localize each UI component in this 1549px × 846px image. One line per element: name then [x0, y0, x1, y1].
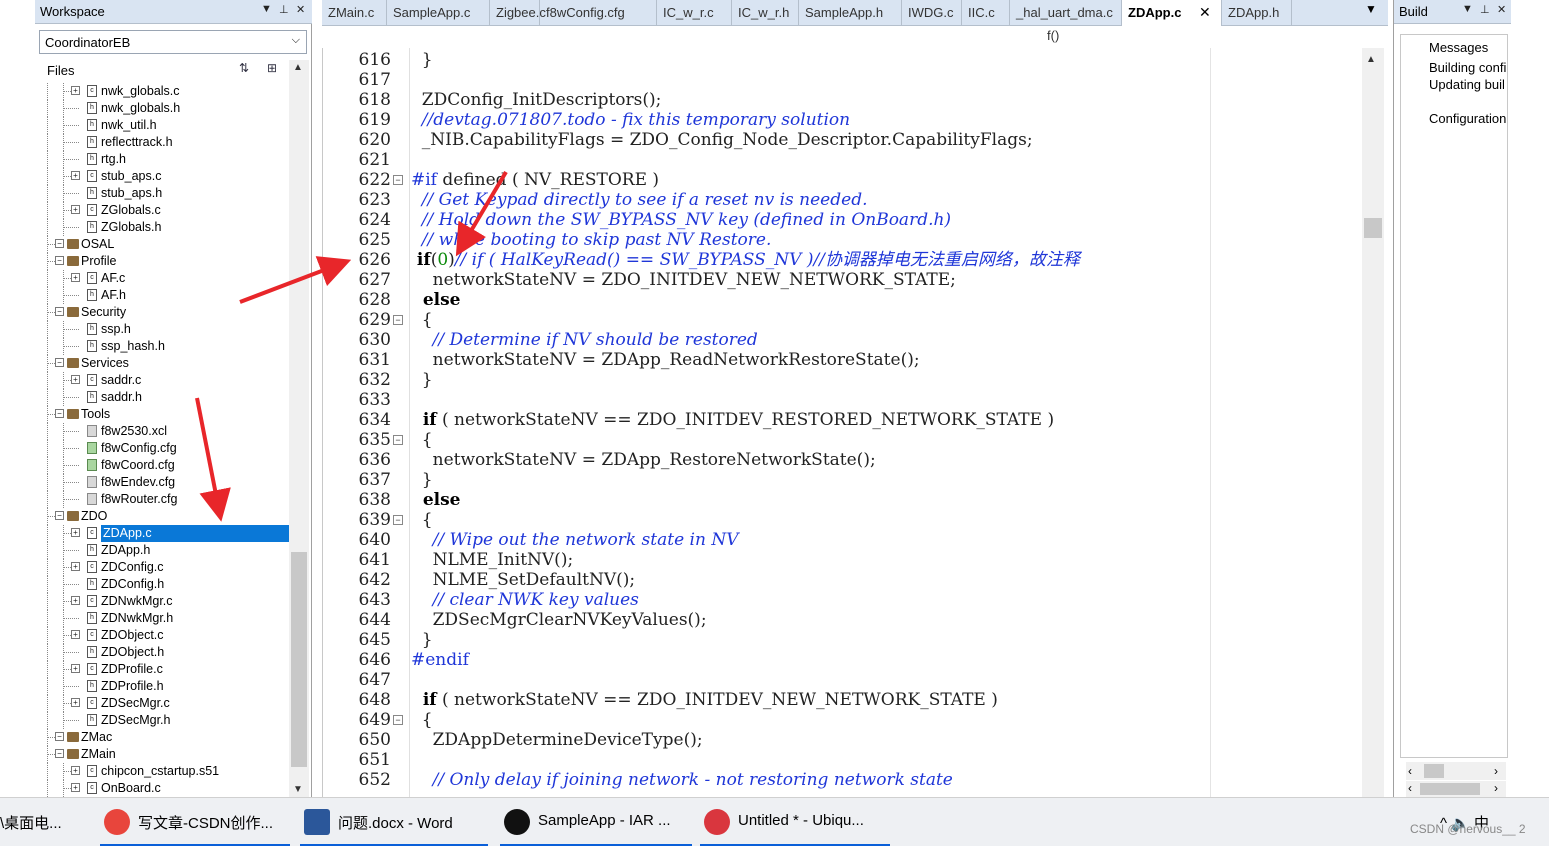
app-icon	[504, 809, 530, 835]
app-icon	[304, 809, 330, 835]
taskbar-item-label: Untitled * - Ubiqu...	[738, 812, 864, 829]
taskbar-item[interactable]: Untitled * - Ubiqu...	[700, 798, 890, 846]
arrow-to-zdapp-file	[195, 397, 231, 522]
taskbar-item[interactable]: SampleApp - IAR ...	[500, 798, 692, 846]
taskbar-item-label: SampleApp - IAR ...	[538, 812, 671, 829]
taskbar-item-label: \桌面电...	[0, 815, 62, 832]
taskbar: \桌面电... 写文章-CSDN创作... 问题.docx - Word Sample…	[0, 797, 1549, 846]
taskbar-item[interactable]: \桌面电...	[0, 798, 92, 846]
annotation-arrows	[195, 170, 508, 522]
taskbar-item-label: 写文章-CSDN创作...	[138, 815, 274, 832]
taskbar-item[interactable]: 写文章-CSDN创作...	[100, 798, 290, 846]
taskbar-item-label: 问题.docx - Word	[338, 815, 453, 832]
watermark: CSDN @nervous__ 2	[1410, 822, 1526, 836]
app-icon	[104, 809, 130, 835]
arrow-to-if-zero	[455, 170, 508, 257]
app-icon	[704, 809, 730, 835]
ide-window: Workspace ▼ ⊥ ✕ CoordinatorEB ⌵ Files ⇅ …	[0, 0, 1549, 846]
taskbar-item[interactable]: 问题.docx - Word	[300, 798, 488, 846]
arrow-to-line-626	[239, 256, 352, 304]
